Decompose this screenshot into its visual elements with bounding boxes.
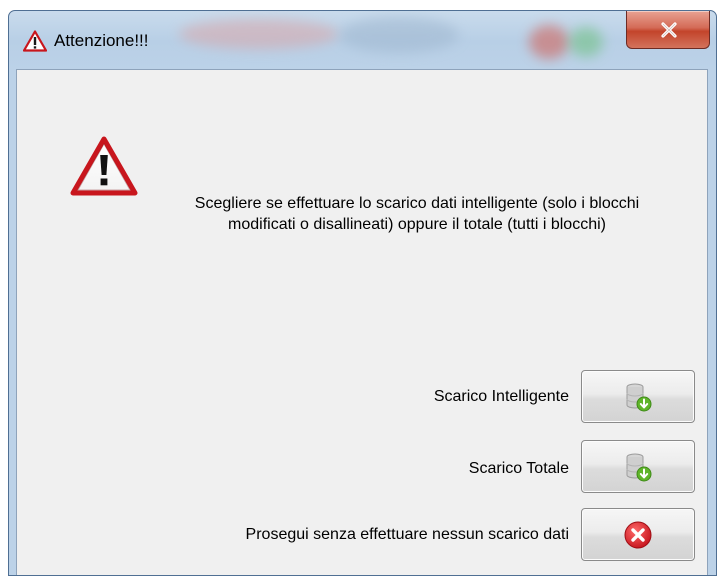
warning-triangle-icon	[70, 135, 138, 197]
database-download-icon	[623, 382, 655, 419]
close-x-icon	[661, 22, 677, 38]
dialog-window: Attenzione!!! Scegliere se effettuare lo…	[8, 10, 717, 576]
option-label-scarico-intelligente: Scarico Intelligente	[433, 388, 569, 405]
option-label-scarico-totale: Scarico Totale	[468, 460, 569, 477]
database-download-icon	[623, 452, 655, 489]
dialog-client-area: Scegliere se effettuare lo scarico dati …	[16, 69, 708, 575]
window-title: Attenzione!!!	[54, 31, 149, 50]
close-button[interactable]	[626, 11, 710, 49]
option-label-prosegui: Prosegui senza effettuare nessun scarico…	[245, 526, 569, 543]
scarico-intelligente-button[interactable]	[581, 370, 695, 423]
cancel-red-icon	[622, 519, 654, 556]
warning-small-icon	[22, 30, 48, 52]
scarico-totale-button[interactable]	[581, 440, 695, 493]
prosegui-senza-scarico-button[interactable]	[581, 508, 695, 561]
titlebar[interactable]: Attenzione!!!	[9, 11, 716, 69]
dialog-message: Scegliere se effettuare lo scarico dati …	[194, 195, 640, 233]
